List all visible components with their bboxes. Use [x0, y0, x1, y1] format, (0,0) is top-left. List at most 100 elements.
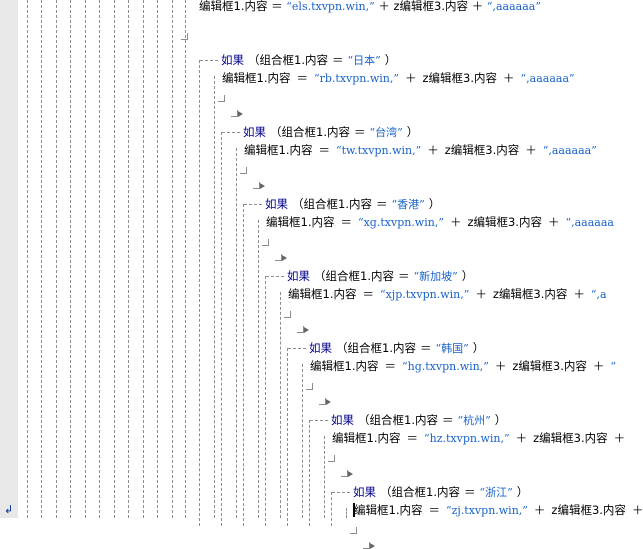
code-token: z编辑框3.内容 [533, 431, 608, 445]
guide-line [70, 0, 71, 518]
if-line: 如果 （组合框1.内容＝ “新加坡”） [287, 268, 477, 284]
text-cursor [353, 503, 355, 517]
if-line: 如果 （组合框1.内容＝ “香港”） [265, 196, 444, 212]
guide-line [214, 76, 215, 518]
string-literal: “,aaaaaa” [486, 0, 541, 13]
code-token: ＋ [592, 359, 605, 373]
code-token: ＋ [515, 431, 528, 445]
condition-text: （组合框1.内容 [314, 269, 394, 283]
guide-line [143, 0, 144, 518]
guide-line [258, 220, 259, 518]
guide-line [331, 492, 332, 526]
code-line: 编辑框1.内容 ＝ “xjp.txvpn.win,” ＋ z编辑框3.内容 ＋ “,a [288, 286, 613, 302]
if-keyword: 如果 [353, 485, 376, 499]
fold-marker [262, 239, 269, 246]
guide-line [99, 0, 100, 518]
branch-connector [288, 348, 306, 349]
string-literal: “浙江” [479, 486, 513, 499]
branch-connector [222, 132, 240, 133]
fold-marker [253, 182, 260, 189]
if-line: 如果 （组合框1.内容＝ “杭州”） [331, 412, 510, 428]
code-token: ＋ [405, 71, 417, 85]
fold-marker [297, 326, 304, 333]
string-literal: “日本” [347, 54, 381, 67]
fold-marker [350, 527, 357, 534]
guide-line [128, 0, 129, 518]
string-literal: “hg.txvpn.win,” [401, 360, 489, 373]
expand-arrow-icon [326, 399, 331, 405]
code-token: z编辑框3.内容 [512, 359, 587, 373]
code-token: ＝ [296, 71, 308, 85]
if-line: 如果 （组合框1.内容＝ “韩国”） [309, 340, 488, 356]
fold-marker [181, 33, 188, 40]
string-literal: “xjp.txvpn.win,” [379, 288, 470, 301]
if-line: 如果 （组合框1.内容＝ “台湾”） [243, 124, 422, 140]
guide-line [243, 204, 244, 526]
line-gutter: ↲ [0, 0, 18, 518]
condition-text: ＝ [419, 341, 432, 355]
operator: ＋ [471, 0, 484, 13]
guide-line [41, 0, 42, 518]
code-line: 编辑框1.内容 ＝ “rb.txvpn.win,” ＋ z编辑框3.内容 ＋ “,aaaaa… [222, 70, 581, 86]
guide-line [265, 276, 266, 526]
branch-connector [266, 276, 284, 277]
code-line: 编辑框1.内容 ＝ “xg.txvpn.win,” ＋ z编辑框3.内容 ＋ “,aaaaa… [266, 214, 620, 230]
string-literal: “台湾” [369, 126, 403, 139]
down-left-arrow-icon[interactable]: ↲ [4, 503, 13, 516]
operator: ＋ [378, 0, 390, 13]
code-token: 编辑框1.内容 [310, 359, 379, 373]
code-line: 编辑框1.内容 ＝ “els.txvpn.win,” ＋ z编辑框3.内容 ＋ … [199, 0, 541, 14]
if-keyword: 如果 [287, 269, 310, 283]
expand-arrow-icon [304, 327, 309, 333]
string-literal: “zj.txvpn.win,” [445, 504, 528, 517]
guide-line [280, 292, 281, 518]
guide-line [236, 148, 237, 518]
code-token: ＝ [406, 431, 418, 445]
code-token: 编辑框1.内容 [266, 215, 335, 229]
fold-marker [218, 95, 225, 102]
code-token: 编辑框1.内容 [222, 71, 291, 85]
fold-marker [284, 311, 291, 318]
string-literal: “韩国” [435, 342, 469, 355]
code-token: ＝ [340, 215, 352, 229]
condition-text: ） [461, 269, 474, 283]
condition-text: （组合框1.内容 [336, 341, 416, 355]
guide-line [157, 0, 158, 518]
code-token: 编辑框1.内容 [288, 287, 357, 301]
code-token: ＋ [475, 287, 487, 301]
string-literal: “xg.txvpn.win,” [357, 216, 444, 229]
expand-arrow-icon [370, 543, 375, 549]
assign-target: 编辑框1.内容 [199, 0, 268, 13]
fold-marker [363, 542, 370, 549]
guide-line [221, 132, 222, 526]
guide-line [302, 364, 303, 518]
operator: ＝ [271, 0, 283, 13]
code-token: z编辑框3.内容 [467, 215, 542, 229]
fold-marker [341, 470, 348, 477]
code-editor[interactable]: 编辑框1.内容 ＝ “els.txvpn.win,” ＋ z编辑框3.内容 ＋ … [18, 0, 643, 549]
condition-text: ＝ [375, 197, 388, 211]
condition-text: （组合框1.内容 [292, 197, 372, 211]
code-token: ＝ [362, 287, 374, 301]
branch-connector [200, 60, 218, 61]
string-literal: “tw.txvpn.win,” [335, 144, 422, 157]
code-token: ＋ [494, 359, 507, 373]
code-token: ＋ [427, 143, 439, 157]
code-line: 编辑框1.内容 ＝ “tw.txvpn.win,” ＋ z编辑框3.内容 ＋ “,aaaaa… [244, 142, 603, 158]
guide-line [172, 0, 173, 518]
string-literal: “杭州” [457, 414, 491, 427]
code-token: z编辑框3.内容 [492, 287, 568, 301]
condition-text: （组合框1.内容 [380, 485, 460, 499]
guide-line [185, 0, 186, 518]
condition-text: ＝ [353, 125, 366, 139]
if-line: 如果 （组合框1.内容＝ “日本”） [221, 52, 400, 68]
branch-connector [332, 492, 350, 493]
code-token: ＋ [503, 71, 515, 85]
code-token: ＋ [449, 215, 462, 229]
code-token: ＋ [525, 143, 537, 157]
condition-text: ） [494, 413, 507, 427]
condition-text: ） [428, 197, 441, 211]
code-token: z编辑框3.内容 [444, 143, 520, 157]
code-token: ＋ [533, 503, 546, 517]
fold-marker [328, 455, 335, 462]
